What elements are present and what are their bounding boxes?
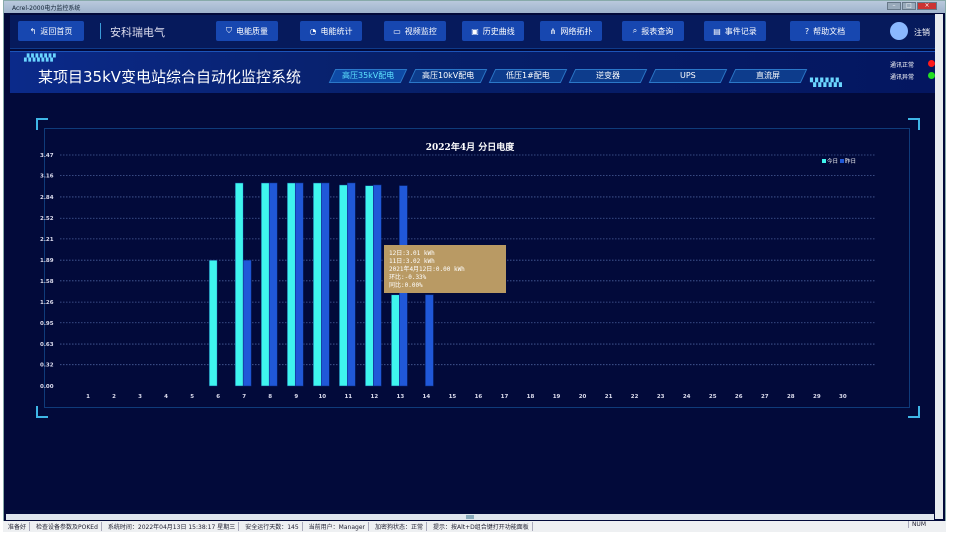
- bar-yesterday: [268, 182, 278, 387]
- y-tick-label: 0.00: [40, 384, 54, 390]
- bar-yesterday: [242, 259, 252, 387]
- tooltip-line: 2021年4月12日:0.00 kWh: [389, 266, 465, 273]
- bar-today: [286, 182, 296, 387]
- horizontal-scrollbar[interactable]: [6, 514, 934, 520]
- bar-today: [234, 182, 244, 387]
- x-tick-label: 30: [839, 394, 847, 400]
- numlock-indicator: NUM: [907, 521, 926, 528]
- x-tick-label: 12: [371, 394, 379, 400]
- vertical-scrollbar[interactable]: [935, 14, 943, 519]
- x-tick-label: 3: [138, 394, 142, 400]
- bar-yesterday: [321, 182, 330, 387]
- y-tick-label: 3.16: [40, 174, 54, 180]
- x-tick-label: 29: [813, 394, 821, 400]
- y-tick-label: 0.32: [40, 363, 54, 369]
- status-item: 准备好: [5, 522, 31, 531]
- y-tick-label: 3.47: [40, 153, 54, 159]
- x-tick-label: 4: [164, 394, 168, 400]
- x-tick-label: 28: [787, 394, 795, 400]
- bar-today: [365, 185, 374, 387]
- x-tick-label: 5: [190, 394, 194, 400]
- bar-yesterday: [373, 184, 382, 387]
- x-tick-label: 23: [657, 394, 665, 400]
- y-tick-label: 2.21: [40, 237, 54, 243]
- legend-swatch: [840, 159, 844, 163]
- x-tick-label: 6: [216, 394, 220, 400]
- x-tick-label: 1: [86, 394, 90, 400]
- x-tick-label: 26: [735, 394, 743, 400]
- x-tick-label: 9: [294, 394, 298, 400]
- status-item: 当前用户：Manager: [306, 522, 369, 531]
- x-tick-label: 27: [761, 394, 769, 400]
- tooltip-line: 12日:3.01 kWh: [389, 250, 435, 257]
- legend-label: 今日: [827, 157, 838, 165]
- x-tick-label: 19: [553, 394, 561, 400]
- x-tick-label: 18: [527, 394, 535, 400]
- y-tick-label: 0.95: [40, 321, 54, 327]
- bar-today: [313, 182, 322, 387]
- x-tick-label: 7: [242, 394, 246, 400]
- x-tick-label: 16: [475, 394, 483, 400]
- status-item: 系统时间：2022年04月13日 15:38:17 星期三: [105, 522, 240, 531]
- x-tick-label: 14: [423, 394, 431, 400]
- y-tick-label: 2.52: [40, 216, 54, 222]
- x-tick-label: 10: [318, 394, 326, 400]
- chart-tooltip: 12日:3.01 kWh 11日:3.02 kWh 2021年4月12日:0.0…: [384, 245, 506, 293]
- bar-today: [260, 182, 270, 387]
- x-tick-label: 21: [605, 394, 613, 400]
- legend-swatch: [822, 159, 826, 163]
- x-tick-label: 15: [449, 394, 457, 400]
- y-tick-label: 2.84: [40, 195, 54, 201]
- bar-yesterday: [425, 294, 434, 387]
- y-tick-label: 0.63: [40, 342, 54, 348]
- bar-today: [391, 294, 400, 387]
- y-tick-label: 1.89: [40, 258, 54, 264]
- legend-label: 昨日: [845, 157, 856, 165]
- x-tick-label: 22: [631, 394, 639, 400]
- bar-yesterday: [294, 182, 304, 387]
- y-tick-label: 1.58: [40, 279, 54, 285]
- x-tick-label: 13: [397, 394, 405, 400]
- tooltip-line: 同比:0.00%: [389, 282, 423, 289]
- bar-today: [208, 259, 218, 387]
- tooltip-line: 环比:-0.33%: [389, 274, 427, 281]
- x-tick-label: 17: [501, 394, 509, 400]
- status-bar: 准备好 检查设备参数及POKEd 系统时间：2022年04月13日 15:38:…: [3, 521, 946, 532]
- status-item: 加密狗状态：正常: [372, 522, 427, 531]
- x-tick-label: 2: [112, 394, 116, 400]
- status-item: 安全运行天数：145: [242, 522, 303, 531]
- bar-today: [339, 184, 348, 387]
- x-tick-label: 20: [579, 394, 587, 400]
- x-tick-label: 11: [344, 394, 352, 400]
- y-tick-label: 1.26: [40, 300, 54, 306]
- status-item: 提示：按Alt+D组合键打开功能面板: [430, 522, 533, 531]
- x-tick-label: 25: [709, 394, 717, 400]
- chart-title: 2022年4月 分日电度: [426, 141, 515, 153]
- x-tick-label: 8: [268, 394, 272, 400]
- x-tick-label: 24: [683, 394, 691, 400]
- status-item: 检查设备参数及POKEd: [33, 522, 102, 531]
- bar-yesterday: [347, 182, 356, 387]
- tooltip-line: 11日:3.02 kWh: [389, 258, 435, 265]
